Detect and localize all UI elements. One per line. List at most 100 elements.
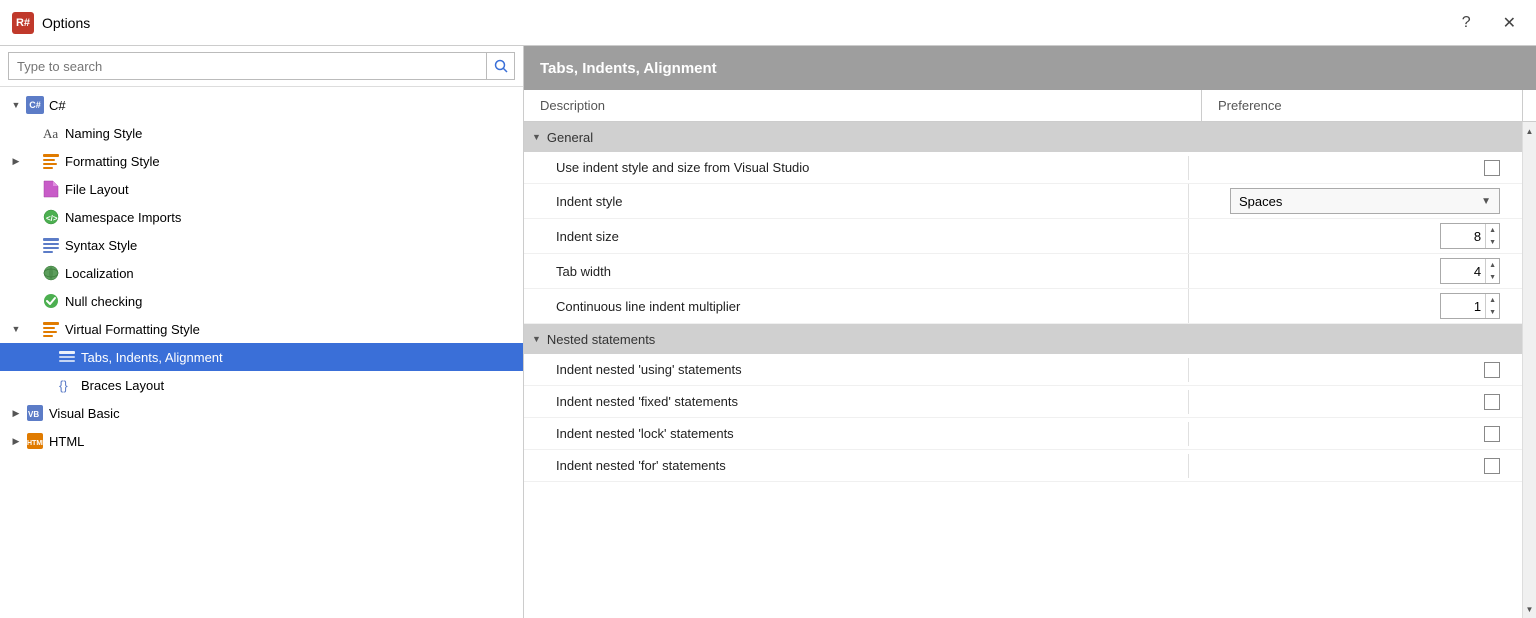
sidebar-item-naming[interactable]: Aa Naming Style [0, 119, 523, 147]
sidebar-item-label: Namespace Imports [65, 210, 181, 225]
sidebar-item-virtualfmt[interactable]: ▼ Virtual Formatting Style [0, 315, 523, 343]
sidebar-item-label: Braces Layout [81, 378, 164, 393]
spinner-arrows-tab-width: ▲ ▼ [1485, 259, 1499, 283]
expand-virtualfmt[interactable]: ▼ [8, 321, 24, 337]
sidebar-item-visualbasic[interactable]: ▶ VB Visual Basic [0, 399, 523, 427]
sidebar-item-label: HTML [49, 434, 84, 449]
tree-container: ▼ C# C# Aa Naming Style ▶ [0, 87, 523, 618]
col-preference-header: Preference [1202, 90, 1522, 121]
expand-general-arrow: ▼ [532, 132, 541, 142]
right-scrollbar[interactable]: ▲ ▼ [1522, 122, 1536, 618]
setting-indent-lock: Indent nested 'lock' statements [524, 418, 1522, 450]
sidebar-item-label: Localization [65, 266, 134, 281]
checkbox-indent-fixed[interactable] [1484, 394, 1500, 410]
naming-icon: Aa [42, 124, 60, 142]
right-panel: Tabs, Indents, Alignment Description Pre… [524, 46, 1536, 618]
csharp-icon: C# [26, 96, 44, 114]
setting-tab-width: Tab width 4 ▲ ▼ [524, 254, 1522, 289]
setting-indent-size: Indent size 8 ▲ ▼ [524, 219, 1522, 254]
svg-text:HTML: HTML [27, 440, 44, 447]
sidebar-item-nullchecking[interactable]: Null checking [0, 287, 523, 315]
expand-html[interactable]: ▶ [8, 433, 24, 449]
section-nested[interactable]: ▼ Nested statements [524, 324, 1522, 354]
scroll-down-arrow[interactable]: ▼ [1523, 602, 1536, 616]
sidebar-item-label: Visual Basic [49, 406, 120, 421]
checkbox-indent-using[interactable] [1484, 362, 1500, 378]
expand-braces [8, 377, 24, 393]
expand-naming [8, 125, 24, 141]
spinner-down-continuous-line[interactable]: ▼ [1486, 306, 1499, 318]
checkbox-indent-for[interactable] [1484, 458, 1500, 474]
spinner-up-indent-size[interactable]: ▲ [1486, 224, 1499, 236]
dropdown-arrow-icon: ▼ [1481, 196, 1491, 207]
spinner-up-tab-width[interactable]: ▲ [1486, 259, 1499, 271]
virtualfmt-icon [42, 320, 60, 338]
spinner-tab-width[interactable]: 4 ▲ ▼ [1440, 258, 1500, 284]
expand-vbasic[interactable]: ▶ [8, 405, 24, 421]
sidebar-item-localization[interactable]: Localization [0, 259, 523, 287]
sidebar-item-tabsindents[interactable]: Tabs, Indents, Alignment [0, 343, 523, 371]
setting-pref-indent-fixed [1188, 390, 1508, 414]
section-general[interactable]: ▼ General [524, 122, 1522, 152]
settings-content: ▼ General Use indent style and size from… [524, 122, 1522, 618]
spinner-down-tab-width[interactable]: ▼ [1486, 271, 1499, 283]
html-icon: HTML [26, 432, 44, 450]
spinner-indent-size[interactable]: 8 ▲ ▼ [1440, 223, 1500, 249]
expand-formatting[interactable]: ▶ [8, 153, 24, 169]
spinner-down-indent-size[interactable]: ▼ [1486, 236, 1499, 248]
setting-desc-indent-size: Indent size [524, 223, 1188, 250]
dropdown-indent-style[interactable]: Spaces ▼ [1230, 188, 1500, 214]
spinner-arrows-continuous-line: ▲ ▼ [1485, 294, 1499, 318]
spinner-arrows-indent-size: ▲ ▼ [1485, 224, 1499, 248]
sidebar-item-label: Tabs, Indents, Alignment [81, 350, 223, 365]
search-input[interactable] [8, 52, 487, 80]
syntax-icon [42, 236, 60, 254]
close-button[interactable]: ✕ [1495, 9, 1524, 37]
section-nested-label: Nested statements [547, 332, 655, 347]
help-button[interactable]: ? [1454, 10, 1479, 36]
svg-text:</>: </> [46, 214, 58, 223]
spinner-continuous-line[interactable]: 1 ▲ ▼ [1440, 293, 1500, 319]
setting-pref-indent-style: Spaces ▼ [1188, 184, 1508, 218]
checkbox-use-indent[interactable] [1484, 160, 1500, 176]
sidebar-item-namespace[interactable]: </> Namespace Imports [0, 203, 523, 231]
sidebar-item-formatting[interactable]: ▶ Formatting Style [0, 147, 523, 175]
tabs-icon [58, 348, 76, 366]
setting-continuous-line: Continuous line indent multiplier 1 ▲ ▼ [524, 289, 1522, 324]
title-bar-left: R# Options [12, 12, 90, 34]
expand-nested-arrow: ▼ [532, 334, 541, 344]
setting-pref-continuous-line: 1 ▲ ▼ [1188, 289, 1508, 323]
sidebar-item-csharp[interactable]: ▼ C# C# [0, 91, 523, 119]
spinner-value-continuous-line: 1 [1441, 299, 1485, 314]
sidebar-item-label: Naming Style [65, 126, 142, 141]
search-button[interactable] [487, 52, 515, 80]
setting-desc-continuous-line: Continuous line indent multiplier [524, 293, 1188, 320]
sidebar-item-syntax[interactable]: Syntax Style [0, 231, 523, 259]
scroll-up-arrow[interactable]: ▲ [1523, 124, 1536, 138]
expand-tabs [8, 349, 24, 365]
svg-text:{}: {} [59, 378, 68, 393]
search-bar [0, 46, 523, 87]
sidebar-item-filelayout[interactable]: File Layout [0, 175, 523, 203]
braces-icon: {} [58, 376, 76, 394]
sidebar-item-label: Formatting Style [65, 154, 160, 169]
sidebar-item-label: File Layout [65, 182, 129, 197]
null-icon [42, 292, 60, 310]
setting-indent-for: Indent nested 'for' statements [524, 450, 1522, 482]
setting-use-indent-style: Use indent style and size from Visual St… [524, 152, 1522, 184]
setting-desc-use-indent: Use indent style and size from Visual St… [524, 154, 1188, 181]
setting-pref-indent-using [1188, 358, 1508, 382]
sidebar-item-braces[interactable]: {} Braces Layout [0, 371, 523, 399]
expand-csharp[interactable]: ▼ [8, 97, 24, 113]
vbasic-icon: VB [26, 404, 44, 422]
file-icon [42, 180, 60, 198]
setting-desc-indent-fixed: Indent nested 'fixed' statements [524, 388, 1188, 415]
checkbox-indent-lock[interactable] [1484, 426, 1500, 442]
sidebar-item-html[interactable]: ▶ HTML HTML [0, 427, 523, 455]
setting-pref-use-indent [1188, 156, 1508, 180]
right-panel-header: Tabs, Indents, Alignment [524, 46, 1536, 90]
svg-text:Aa: Aa [43, 126, 58, 141]
spinner-up-continuous-line[interactable]: ▲ [1486, 294, 1499, 306]
setting-desc-indent-style: Indent style [524, 188, 1188, 215]
setting-pref-indent-size: 8 ▲ ▼ [1188, 219, 1508, 253]
